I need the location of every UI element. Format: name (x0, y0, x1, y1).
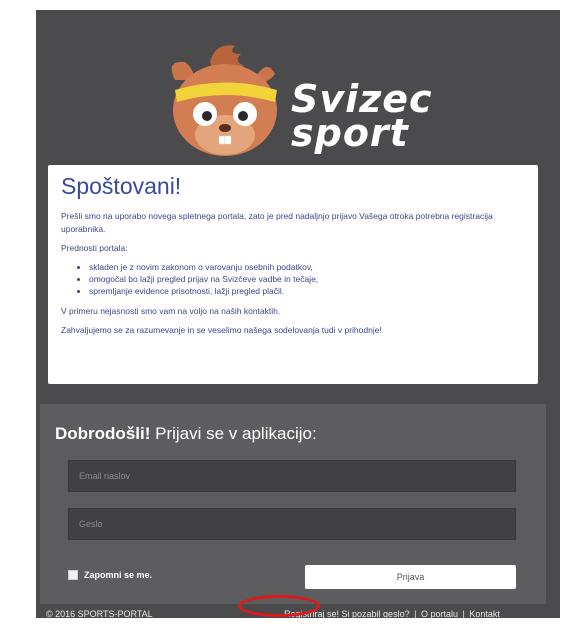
notice-title: Spoštovani! (61, 173, 182, 199)
remember-me[interactable]: Zapomni se me. (68, 570, 152, 580)
brand-line-2: sport (291, 111, 409, 155)
remember-label: Zapomni se me. (84, 570, 153, 580)
advantages-list: skladen je z novim zakonom o varovanju o… (61, 261, 525, 297)
thanks-text: Zahvaljujemo se za razumevanje in se ves… (61, 325, 382, 335)
password-field-wrapper (68, 508, 516, 540)
login-panel: Dobrodošli! Prijavi se v aplikacijo: Zap… (40, 404, 546, 604)
advantage-item: spremljanje evidence prisotnosti, lažji … (89, 285, 525, 297)
notice-intro: Prešli smo na uporabo novega spletnega p… (61, 211, 493, 234)
contact-text: V primeru nejasnosti smo vam na voljo na… (61, 306, 281, 316)
welcome-bold: Dobrodošli! (55, 424, 151, 443)
advantage-item: skladen je z novim zakonom o varovanju o… (89, 261, 525, 273)
advantages-heading: Prednosti portala: (61, 243, 128, 253)
email-field-wrapper (68, 460, 516, 492)
remember-checkbox[interactable] (68, 570, 78, 580)
welcome-rest: Prijavi se v aplikacijo: (150, 424, 317, 443)
brand-logo-text: Svizec sport (291, 80, 433, 155)
login-title: Dobrodošli! Prijavi se v aplikacijo: (55, 424, 317, 444)
email-field[interactable] (69, 461, 515, 491)
page-panel: Svizec sport Spoštovani! Prešli smo na u… (36, 10, 560, 619)
highlight-circle-annotation (238, 595, 320, 617)
login-button[interactable]: Prijava (305, 565, 516, 589)
advantage-item: omogočal bo lažji pregled prijav na Sviz… (89, 273, 525, 285)
password-field[interactable] (69, 509, 515, 539)
notice-card: Spoštovani! Prešli smo na uporabo novega… (48, 165, 538, 384)
